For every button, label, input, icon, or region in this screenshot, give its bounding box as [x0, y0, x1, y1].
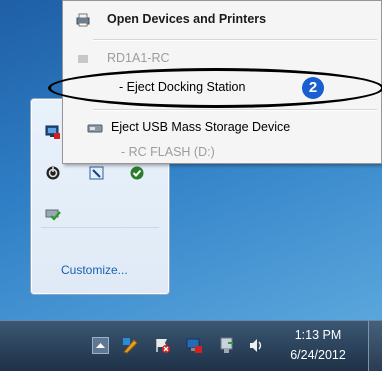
menu-separator: [93, 109, 377, 111]
system-clock[interactable]: 1:13 PM 6/24/2012: [278, 327, 358, 364]
menu-item-label: Eject USB Mass Storage Device: [111, 120, 291, 134]
pen-input-icon[interactable]: [122, 337, 139, 354]
docking-device-icon: [78, 55, 88, 63]
step-badge: 2: [302, 77, 324, 99]
show-desktop-button[interactable]: [368, 321, 382, 371]
panel-separator: [41, 227, 159, 228]
pen-tablet-icon[interactable]: [89, 165, 105, 181]
taskbar: 1:13 PM 6/24/2012: [0, 320, 382, 371]
menu-item-label: Open Devices and Printers: [107, 12, 267, 26]
security-check-icon[interactable]: [129, 165, 145, 181]
menu-item-eject-usb-mass-storage[interactable]: Eject USB Mass Storage Device: [63, 115, 381, 141]
menu-item-rc-flash: - RC FLASH (D:): [63, 141, 381, 167]
menu-item-open-devices-printers[interactable]: Open Devices and Printers: [63, 7, 381, 33]
network-icon[interactable]: [45, 124, 61, 140]
usb-drive-icon: [87, 124, 103, 133]
customize-link[interactable]: Customize...: [61, 263, 128, 277]
power-icon[interactable]: [45, 165, 61, 181]
volume-icon[interactable]: [248, 337, 265, 354]
device-check-icon[interactable]: [45, 206, 61, 222]
highlight-ellipse: [48, 68, 382, 108]
devices-printers-icon: [76, 13, 90, 27]
safely-remove-hardware-icon[interactable]: [218, 337, 235, 354]
menu-separator: [93, 39, 377, 41]
action-center-flag-icon[interactable]: [154, 337, 171, 354]
show-hidden-icons-arrow[interactable]: [92, 337, 109, 354]
network-error-icon[interactable]: [186, 337, 203, 354]
clock-date: 6/24/2012: [290, 348, 346, 362]
menu-item-label: RD1A1-RC: [107, 51, 170, 65]
menu-item-label: - RC FLASH (D:): [121, 145, 215, 159]
clock-time: 1:13 PM: [294, 328, 342, 342]
